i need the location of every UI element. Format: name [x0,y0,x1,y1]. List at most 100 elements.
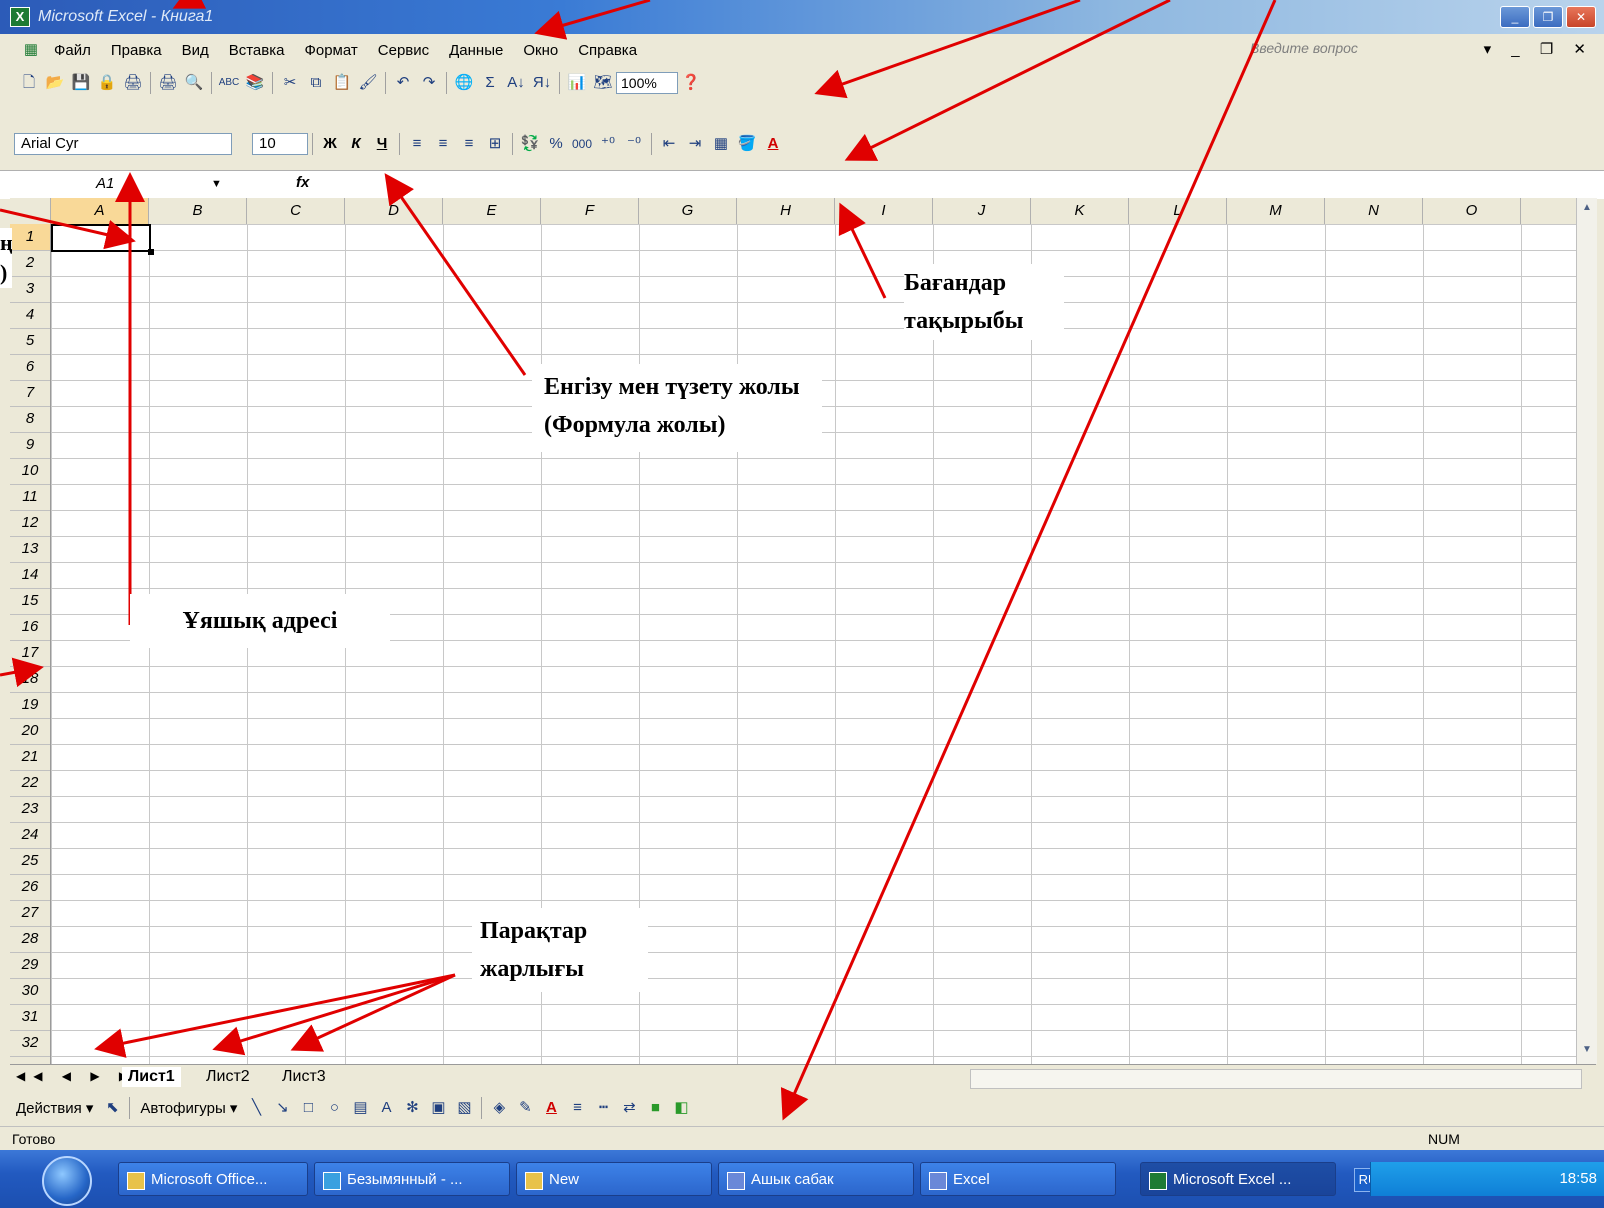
tab-sheet2[interactable]: Лист2 [200,1067,256,1087]
taskbar-item-active[interactable]: Microsoft Excel ... [1140,1162,1336,1196]
permission-icon[interactable]: 🔒 [96,72,118,94]
spelling-icon[interactable]: ABC [218,72,240,94]
fill-color-icon[interactable]: ◈ [488,1097,510,1119]
column-header-d[interactable]: D [345,198,443,224]
3d-icon[interactable]: ◧ [670,1097,692,1119]
row-header-15[interactable]: 15 [10,588,50,615]
row-header-9[interactable]: 9 [10,432,50,459]
merge-center-icon[interactable]: ⊞ [484,133,506,155]
select-objects-icon[interactable]: ⬉ [101,1097,123,1119]
textbox-icon[interactable]: ▤ [349,1097,371,1119]
insert-function-icon[interactable]: fx [296,174,309,191]
line-icon[interactable]: ╲ [245,1097,267,1119]
row-header-23[interactable]: 23 [10,796,50,823]
autosum-icon[interactable]: Σ [479,72,501,94]
scroll-up-icon[interactable]: ▲ [1579,202,1595,218]
underline-button[interactable]: Ч [371,133,393,155]
increase-decimal-icon[interactable]: ⁺⁰ [597,133,619,155]
hyperlink-icon[interactable]: 🌐 [453,72,475,94]
row-header-21[interactable]: 21 [10,744,50,771]
column-header-l[interactable]: L [1129,198,1227,224]
start-button[interactable] [42,1156,92,1206]
shadow-icon[interactable]: ■ [644,1097,666,1119]
column-header-m[interactable]: M [1227,198,1325,224]
percent-icon[interactable]: % [545,133,567,155]
row-header-20[interactable]: 20 [10,718,50,745]
format-painter-icon[interactable]: 🖌 [357,72,379,94]
horizontal-scrollbar[interactable] [970,1069,1582,1089]
italic-button[interactable]: К [345,133,367,155]
decrease-indent-icon[interactable]: ⇤ [658,133,680,155]
currency-icon[interactable]: 💱 [519,133,541,155]
title-bar[interactable]: X Microsoft Excel - Книга1 _ ❐ ✕ [0,0,1604,34]
row-header-14[interactable]: 14 [10,562,50,589]
fill-color-icon[interactable]: 🪣 [736,133,758,155]
row-header-24[interactable]: 24 [10,822,50,849]
taskbar-item[interactable]: Excel [920,1162,1116,1196]
minimize-button[interactable]: _ [1500,6,1530,28]
column-header-e[interactable]: E [443,198,541,224]
tab-sheet3[interactable]: Лист3 [276,1067,332,1087]
align-right-icon[interactable]: ≡ [458,133,480,155]
sort-descending-icon[interactable]: Я↓ [531,72,553,94]
row-header-8[interactable]: 8 [10,406,50,433]
row-header-10[interactable]: 10 [10,458,50,485]
row-header-28[interactable]: 28 [10,926,50,953]
scroll-down-icon[interactable]: ▼ [1579,1044,1595,1060]
line-style-icon[interactable]: ≡ [566,1097,588,1119]
drawing-icon[interactable]: 🗺 [592,72,614,94]
row-header-4[interactable]: 4 [10,302,50,329]
dash-style-icon[interactable]: ┅ [592,1097,614,1119]
menu-format[interactable]: Формат [304,42,357,59]
column-header-h[interactable]: H [737,198,835,224]
row-header-19[interactable]: 19 [10,692,50,719]
thousands-icon[interactable]: 000 [571,133,593,155]
row-header-6[interactable]: 6 [10,354,50,381]
align-center-icon[interactable]: ≡ [432,133,454,155]
zoom-select[interactable]: 100% [616,72,678,94]
name-box[interactable]: A1 ▼ [16,174,226,194]
bold-button[interactable]: Ж [319,133,341,155]
help-icon[interactable]: ❓ [680,72,702,94]
row-header-12[interactable]: 12 [10,510,50,537]
column-header-k[interactable]: K [1031,198,1129,224]
close-button[interactable]: ✕ [1566,6,1596,28]
arrow-icon[interactable]: ↘ [271,1097,293,1119]
sort-ascending-icon[interactable]: A↓ [505,72,527,94]
research-icon[interactable]: 📚 [244,72,266,94]
row-header-22[interactable]: 22 [10,770,50,797]
line-color-icon[interactable]: ✎ [514,1097,536,1119]
row-header-5[interactable]: 5 [10,328,50,355]
actions-menu[interactable]: Действия ▾ [16,1099,93,1117]
taskbar-item[interactable]: New [516,1162,712,1196]
print-preview-icon[interactable]: 🔍 [183,72,205,94]
menu-edit[interactable]: Правка [111,42,162,59]
document-window-controls[interactable]: ▾ _ ❐ ✕ [1484,40,1594,58]
menu-tools[interactable]: Сервис [378,42,429,59]
menu-view[interactable]: Вид [182,42,209,59]
row-header-25[interactable]: 25 [10,848,50,875]
row-header-18[interactable]: 18 [10,666,50,693]
row-header-31[interactable]: 31 [10,1004,50,1031]
oval-icon[interactable]: ○ [323,1097,345,1119]
restore-button[interactable]: ❐ [1533,6,1563,28]
paste-icon[interactable]: 📋 [331,72,353,94]
email-icon[interactable]: 🖨 [122,72,144,94]
clipart-icon[interactable]: ▣ [427,1097,449,1119]
column-header-i[interactable]: I [835,198,933,224]
chart-wizard-icon[interactable]: 📊 [566,72,588,94]
column-header-g[interactable]: G [639,198,737,224]
menu-data[interactable]: Данные [449,42,503,59]
save-icon[interactable]: 💾 [70,72,92,94]
row-header-13[interactable]: 13 [10,536,50,563]
row-header-11[interactable]: 11 [10,484,50,511]
decrease-decimal-icon[interactable]: ⁻⁰ [623,133,645,155]
document-icon[interactable]: ▦ [20,39,42,61]
row-header-30[interactable]: 30 [10,978,50,1005]
row-header-29[interactable]: 29 [10,952,50,979]
ask-question-input[interactable]: Введите вопрос [1250,40,1358,56]
autoshapes-menu[interactable]: Автофигуры ▾ [140,1099,237,1117]
taskbar-item[interactable]: Безымянный - ... [314,1162,510,1196]
tab-sheet1[interactable]: Лист1 [122,1067,181,1087]
row-header-26[interactable]: 26 [10,874,50,901]
